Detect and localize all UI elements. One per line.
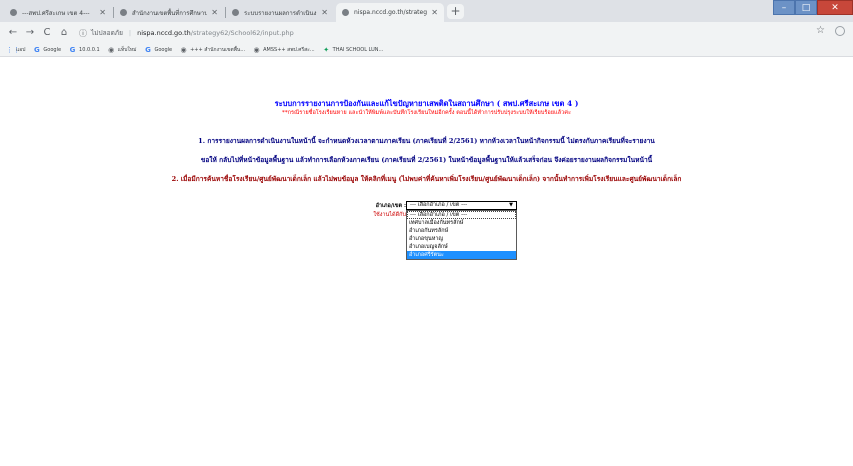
- district-select-value: --- เลือกอำเภอ / เขต ---: [410, 202, 468, 208]
- globe-icon: ◉: [180, 45, 187, 54]
- close-icon[interactable]: ✕: [99, 8, 106, 17]
- close-icon[interactable]: ✕: [321, 8, 328, 17]
- url-host: nispa.nccd.go.th: [137, 29, 191, 37]
- globe-icon: [232, 9, 239, 16]
- forward-icon[interactable]: →: [23, 26, 37, 40]
- tab-title: ---สพป.ศรีสะเกษ เขต 4---: [22, 9, 90, 17]
- tab-title: สำนักงานเขตพื้นที่การศึกษาประถมศึ...: [132, 9, 208, 17]
- google-icon: G: [34, 45, 40, 54]
- school-icon: ✦: [323, 45, 330, 54]
- district-dropdown-list: --- เลือกอำเภอ / เขต --- เทศบาลเมืองกันท…: [406, 210, 517, 260]
- tab-2[interactable]: สำนักงานเขตพื้นที่การศึกษาประถมศึ... ✕: [114, 3, 224, 22]
- info-icon[interactable]: ⓘ: [79, 28, 87, 39]
- tab-title: ระบบรายงานผลการดำเนินงาน มุกดาห...: [244, 9, 318, 17]
- close-window-button[interactable]: ✕: [817, 0, 853, 15]
- bookmark-new-tab[interactable]: ◉ แท็บใหม่: [108, 45, 137, 54]
- bookmark-label: Google: [154, 47, 173, 53]
- district-label: อำเภอ/เขต :: [375, 203, 406, 209]
- bookmarks-bar: ⋮⋮ แอป G Google G 10.0.0.1 ◉ แท็บใหม่ G …: [0, 44, 853, 57]
- bookmark-thai-school-lunch[interactable]: ✦ THAI SCHOOL LUN...: [323, 45, 384, 54]
- globe-icon: ◉: [253, 45, 260, 54]
- new-tab-button[interactable]: +: [447, 4, 464, 19]
- bookmark-google-2[interactable]: G Google: [144, 45, 173, 54]
- close-icon[interactable]: ✕: [431, 8, 438, 17]
- globe-icon: [342, 9, 349, 16]
- bookmark-apps[interactable]: ⋮⋮ แอป: [6, 46, 25, 54]
- bookmark-amss[interactable]: ◉ AMSS++ สพป.ศรีสะ...: [253, 46, 315, 54]
- district-option-highlighted[interactable]: อำเภอศรีรัตนะ: [407, 251, 516, 259]
- district-select[interactable]: --- เลือกอำเภอ / เขต --- ▼: [406, 201, 517, 210]
- bookmark-label: แอป: [16, 47, 26, 53]
- maximize-button[interactable]: □: [795, 0, 817, 15]
- page-subtitle: **กรณีรายชื่อโรงเรียนหาย และนำให้พิมพ์แล…: [282, 110, 571, 116]
- address-divider: |: [128, 29, 132, 37]
- tab-active[interactable]: nispa.nccd.go.th/strategy62/Sch... ✕: [336, 3, 444, 22]
- bookmark-label: THAI SCHOOL LUN...: [332, 47, 384, 53]
- browser-toolbar: ← → C ⌂ ⓘ ไม่ปลอดภัย | nispa.nccd.go.th /…: [0, 22, 853, 44]
- district-option[interactable]: อำเภอขุนหาญ: [407, 235, 516, 243]
- bookmark-label: +++ สำนักงานเขตพื้น...: [190, 47, 246, 53]
- window-controls: – □ ✕: [773, 0, 853, 15]
- bookmark-star-icon[interactable]: ☆: [816, 25, 825, 36]
- globe-icon: [120, 9, 127, 16]
- insecure-label: ไม่ปลอดภัย: [91, 29, 123, 37]
- district-option[interactable]: อำเภอกันทรลักษ์: [407, 227, 516, 235]
- browser-hint-label: ใช้งานได้ดีกับ: [373, 212, 406, 218]
- notice-1: 1. การรายงานผลการดำเนินงานในหน้านี้ จะกำ…: [198, 137, 655, 145]
- minimize-button[interactable]: –: [773, 0, 795, 15]
- close-icon[interactable]: ✕: [211, 8, 218, 17]
- bookmark-label: AMSS++ สพป.ศรีสะ...: [263, 47, 315, 53]
- bookmark-google[interactable]: G Google: [33, 45, 62, 54]
- bookmark-label: แท็บใหม่: [117, 47, 137, 53]
- tab-title: nispa.nccd.go.th/strategy62/Sch...: [354, 9, 428, 16]
- notice-2: ขอให้ กลับไปที่หน้าข้อมูลพื้นฐาน แล้วทำก…: [200, 156, 653, 164]
- back-icon[interactable]: ←: [6, 26, 20, 40]
- google-icon: G: [69, 45, 76, 54]
- bookmark-office[interactable]: ◉ +++ สำนักงานเขตพื้น...: [180, 45, 246, 54]
- url-path: /strategy62/School62/input.php: [190, 29, 294, 37]
- district-option[interactable]: อำเภอเบญจลักษ์: [407, 243, 516, 251]
- profile-icon[interactable]: [835, 26, 845, 36]
- page-content: ระบบการรายงานการป้องกันและแก้ไขปัญหายาเส…: [0, 58, 853, 466]
- district-option[interactable]: --- เลือกอำเภอ / เขต ---: [407, 211, 516, 219]
- tab-3[interactable]: ระบบรายงานผลการดำเนินงาน มุกดาห... ✕: [226, 3, 334, 22]
- bookmark-label: Google: [43, 47, 62, 53]
- reload-icon[interactable]: C: [40, 26, 54, 40]
- bookmark-10-0-0-1[interactable]: G 10.0.0.1: [69, 45, 100, 54]
- browser-window: ---สพป.ศรีสะเกษ เขต 4--- ✕ สำนักงานเขตพื…: [0, 0, 853, 466]
- home-icon[interactable]: ⌂: [57, 26, 71, 40]
- bookmark-label: 10.0.0.1: [79, 47, 100, 53]
- google-icon: G: [145, 45, 151, 54]
- globe-icon: [10, 9, 17, 16]
- district-option[interactable]: เทศบาลเมืองกันทรลักษ์: [407, 219, 516, 227]
- apps-icon: ⋮⋮: [6, 45, 20, 54]
- notice-3: 2. เมื่อมีการค้นหาชื่อโรงเรียน/ศูนย์พัฒน…: [171, 175, 682, 183]
- tab-strip: ---สพป.ศรีสะเกษ เขต 4--- ✕ สำนักงานเขตพื…: [0, 0, 853, 22]
- chevron-down-icon: ▼: [509, 202, 513, 208]
- globe-icon: ◉: [108, 45, 115, 54]
- tab-1[interactable]: ---สพป.ศรีสะเกษ เขต 4--- ✕: [4, 3, 112, 22]
- address-bar[interactable]: ⓘ ไม่ปลอดภัย | nispa.nccd.go.th/strategy…: [79, 25, 779, 41]
